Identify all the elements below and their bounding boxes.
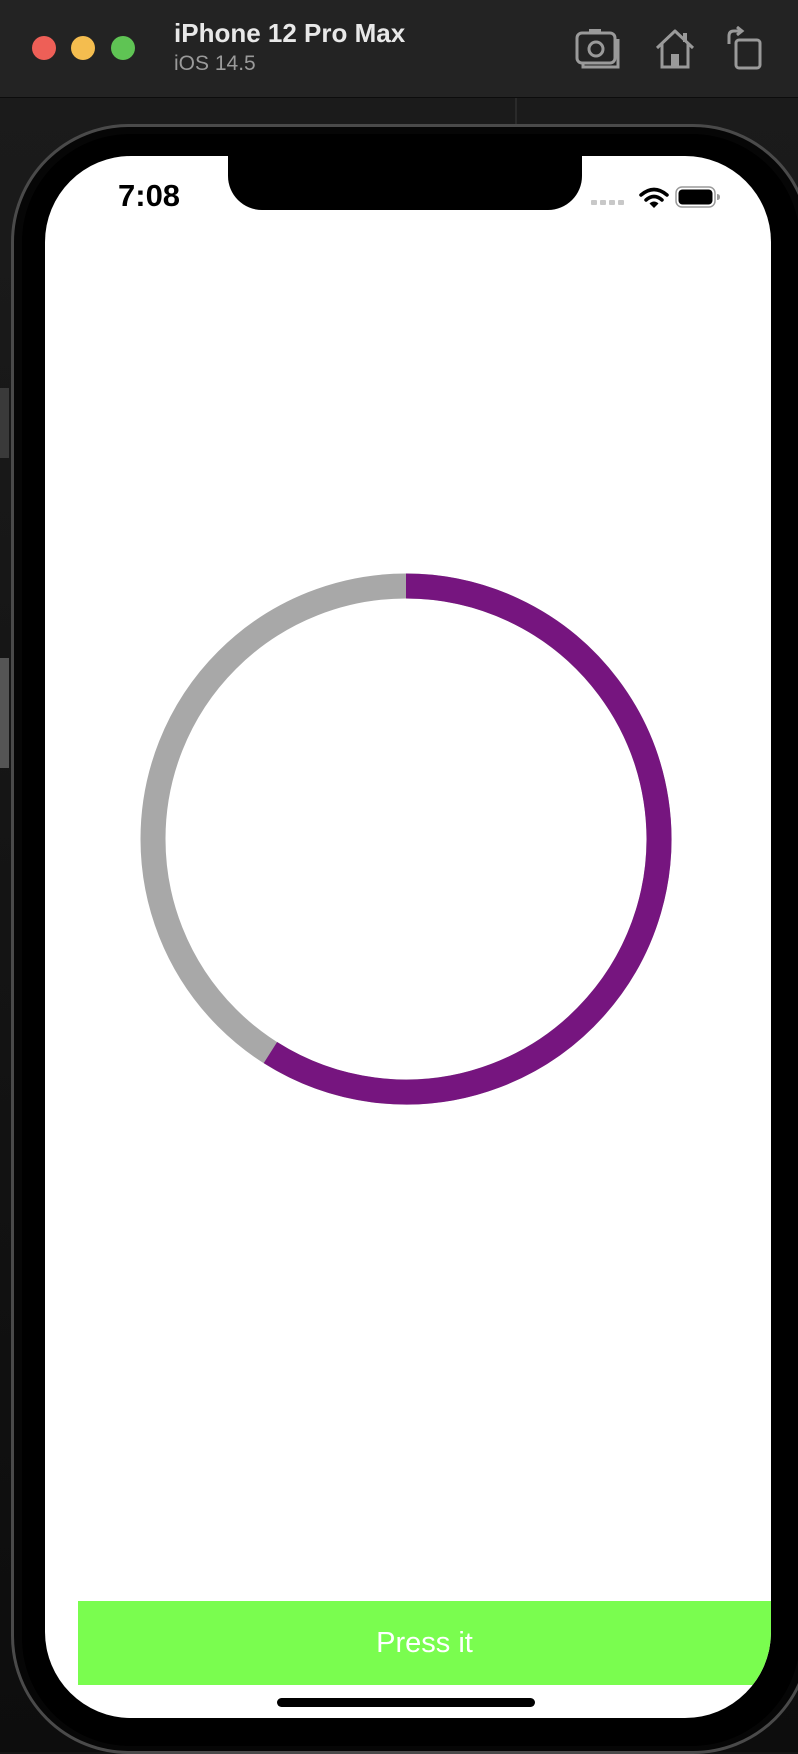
zoom-window-button[interactable] [111, 36, 135, 60]
phone-screen: 7:08 Press it [45, 156, 771, 1718]
press-it-button[interactable]: Press it [78, 1601, 771, 1685]
rotate-icon[interactable] [723, 26, 769, 72]
os-version: iOS 14.5 [174, 52, 256, 75]
home-indicator [277, 1698, 535, 1707]
progress-arc [263, 573, 672, 1105]
minimize-window-button[interactable] [71, 36, 95, 60]
screenshot-icon[interactable] [574, 26, 620, 72]
circular-progress-indicator [140, 573, 672, 1105]
simulator-title-bar: iPhone 12 Pro Max iOS 14.5 [0, 0, 798, 98]
device-name: iPhone 12 Pro Max [174, 18, 406, 48]
home-icon[interactable] [652, 26, 698, 72]
close-window-button[interactable] [32, 36, 56, 60]
